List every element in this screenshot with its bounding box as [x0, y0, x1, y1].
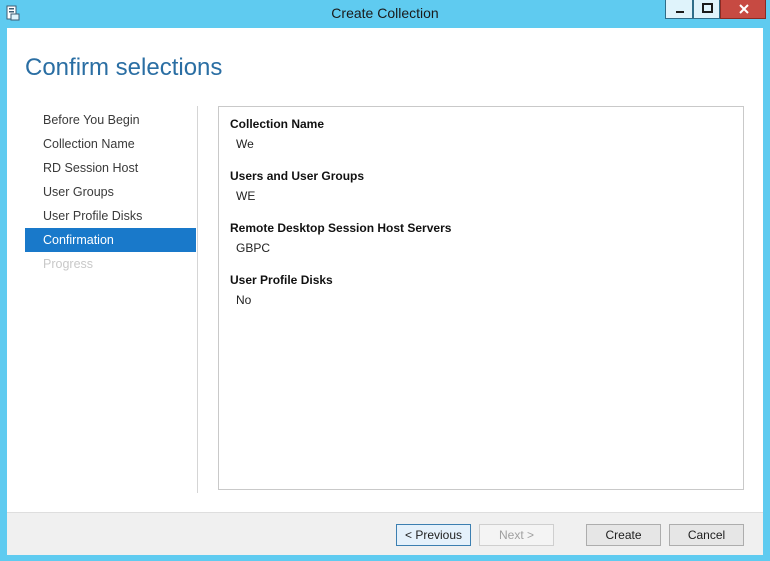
- field-value: No: [236, 293, 252, 307]
- nav-item-confirmation[interactable]: Confirmation: [25, 228, 196, 252]
- close-icon: [739, 4, 749, 14]
- field-label: Remote Desktop Session Host Servers: [230, 221, 452, 235]
- cancel-button[interactable]: Cancel: [669, 524, 744, 546]
- nav-item-rd-session-host[interactable]: RD Session Host: [25, 156, 196, 180]
- nav-item-user-groups[interactable]: User Groups: [25, 180, 196, 204]
- field-label: User Profile Disks: [230, 273, 333, 287]
- minimize-icon: [676, 11, 684, 13]
- previous-button[interactable]: < Previous: [396, 524, 471, 546]
- nav-divider: [197, 106, 198, 493]
- nav-item-collection-name[interactable]: Collection Name: [25, 132, 196, 156]
- title-bar[interactable]: Create Collection: [0, 0, 770, 27]
- nav-item-user-profile-disks[interactable]: User Profile Disks: [25, 204, 196, 228]
- field-label: Collection Name: [230, 117, 325, 131]
- create-button[interactable]: Create: [586, 524, 661, 546]
- next-button[interactable]: Next >: [479, 524, 554, 546]
- field-session-host-servers: Remote Desktop Session Host Servers GBPC: [230, 221, 451, 255]
- field-value: We: [236, 137, 254, 151]
- nav-item-progress: Progress: [43, 257, 94, 271]
- maximize-button[interactable]: [693, 0, 720, 19]
- nav-item-before-you-begin[interactable]: Before You Begin: [25, 108, 196, 132]
- field-collection-name: Collection Name We: [230, 117, 324, 151]
- confirmation-panel: Collection Name We Users and User Groups…: [218, 106, 744, 490]
- page-title: Confirm selections: [25, 54, 223, 81]
- wizard-nav: Before You Begin Collection Name RD Sess…: [25, 108, 196, 276]
- close-button[interactable]: [720, 0, 766, 19]
- wizard-footer: < Previous Next > Create Cancel: [7, 512, 763, 555]
- field-label: Users and User Groups: [230, 169, 365, 183]
- field-value: WE: [236, 189, 256, 203]
- minimize-button[interactable]: [665, 0, 693, 19]
- field-value: GBPC: [236, 241, 271, 255]
- field-users-groups: Users and User Groups WE: [230, 169, 364, 203]
- wizard-client-area: Confirm selections Before You Begin Coll…: [7, 28, 763, 555]
- window-title: Create Collection: [331, 5, 439, 21]
- maximize-icon: [702, 3, 713, 13]
- field-user-profile-disks: User Profile Disks No: [230, 273, 333, 307]
